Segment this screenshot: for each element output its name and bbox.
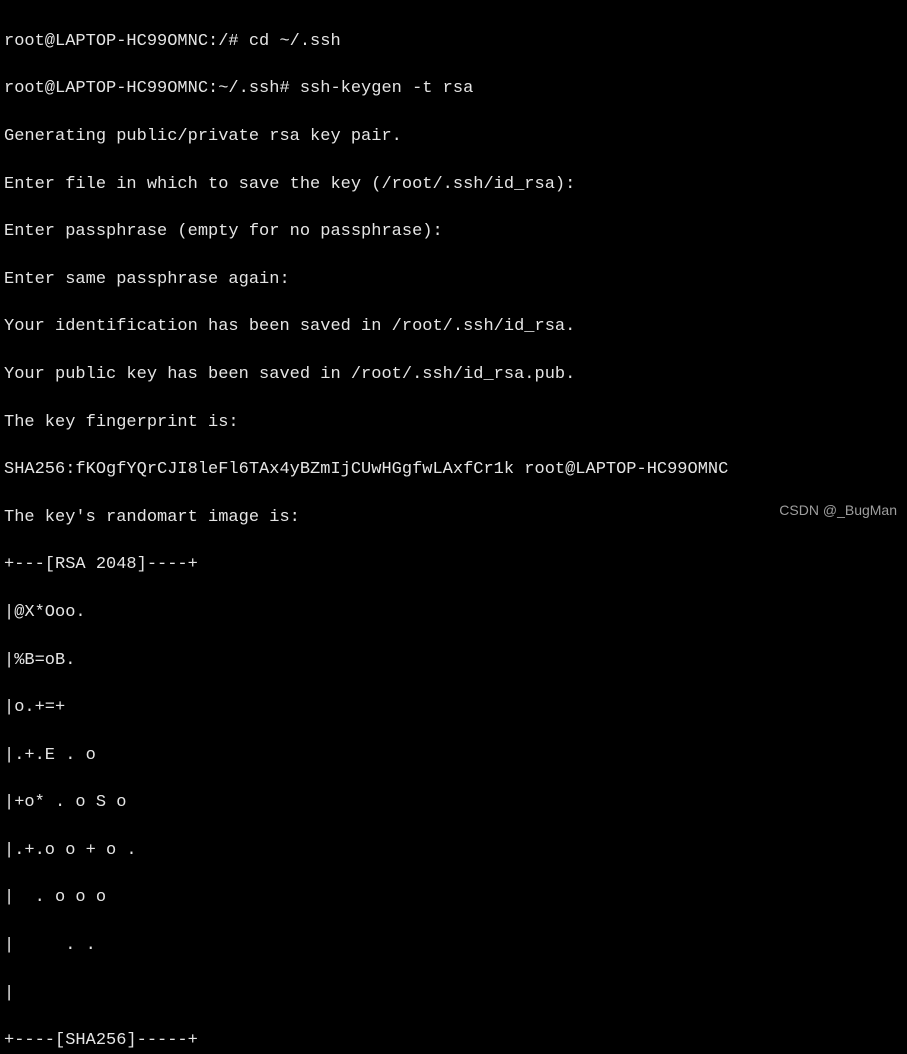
terminal-line: |@X*Ooo.: [4, 601, 903, 625]
watermark-text: CSDN @_BugMan: [779, 501, 897, 521]
terminal-line: Enter passphrase (empty for no passphras…: [4, 220, 903, 244]
terminal-line: root@LAPTOP-HC99OMNC:~/.ssh# ssh-keygen …: [4, 77, 903, 101]
terminal-line: Your public key has been saved in /root/…: [4, 363, 903, 387]
terminal-line: |+o* . o S o: [4, 791, 903, 815]
terminal-line: root@LAPTOP-HC99OMNC:/# cd ~/.ssh: [4, 30, 903, 54]
terminal-line: |: [4, 982, 903, 1006]
terminal-line: The key's randomart image is:: [4, 506, 903, 530]
terminal-line: Your identification has been saved in /r…: [4, 315, 903, 339]
terminal-line: Enter same passphrase again:: [4, 268, 903, 292]
terminal-line: +----[SHA256]-----+: [4, 1029, 903, 1053]
terminal-line: |.+.o o + o .: [4, 839, 903, 863]
terminal-line: SHA256:fKOgfYQrCJI8leFl6TAx4yBZmIjCUwHGg…: [4, 458, 903, 482]
terminal-line: | . .: [4, 934, 903, 958]
terminal-line: |.+.E . o: [4, 744, 903, 768]
terminal-line: |o.+=+: [4, 696, 903, 720]
terminal-line: Enter file in which to save the key (/ro…: [4, 173, 903, 197]
terminal-line: | . o o o: [4, 886, 903, 910]
terminal-line: Generating public/private rsa key pair.: [4, 125, 903, 149]
terminal-line: |%B=oB.: [4, 649, 903, 673]
terminal-line: The key fingerprint is:: [4, 411, 903, 435]
terminal-line: +---[RSA 2048]----+: [4, 553, 903, 577]
terminal-output[interactable]: root@LAPTOP-HC99OMNC:/# cd ~/.ssh root@L…: [4, 6, 903, 1054]
